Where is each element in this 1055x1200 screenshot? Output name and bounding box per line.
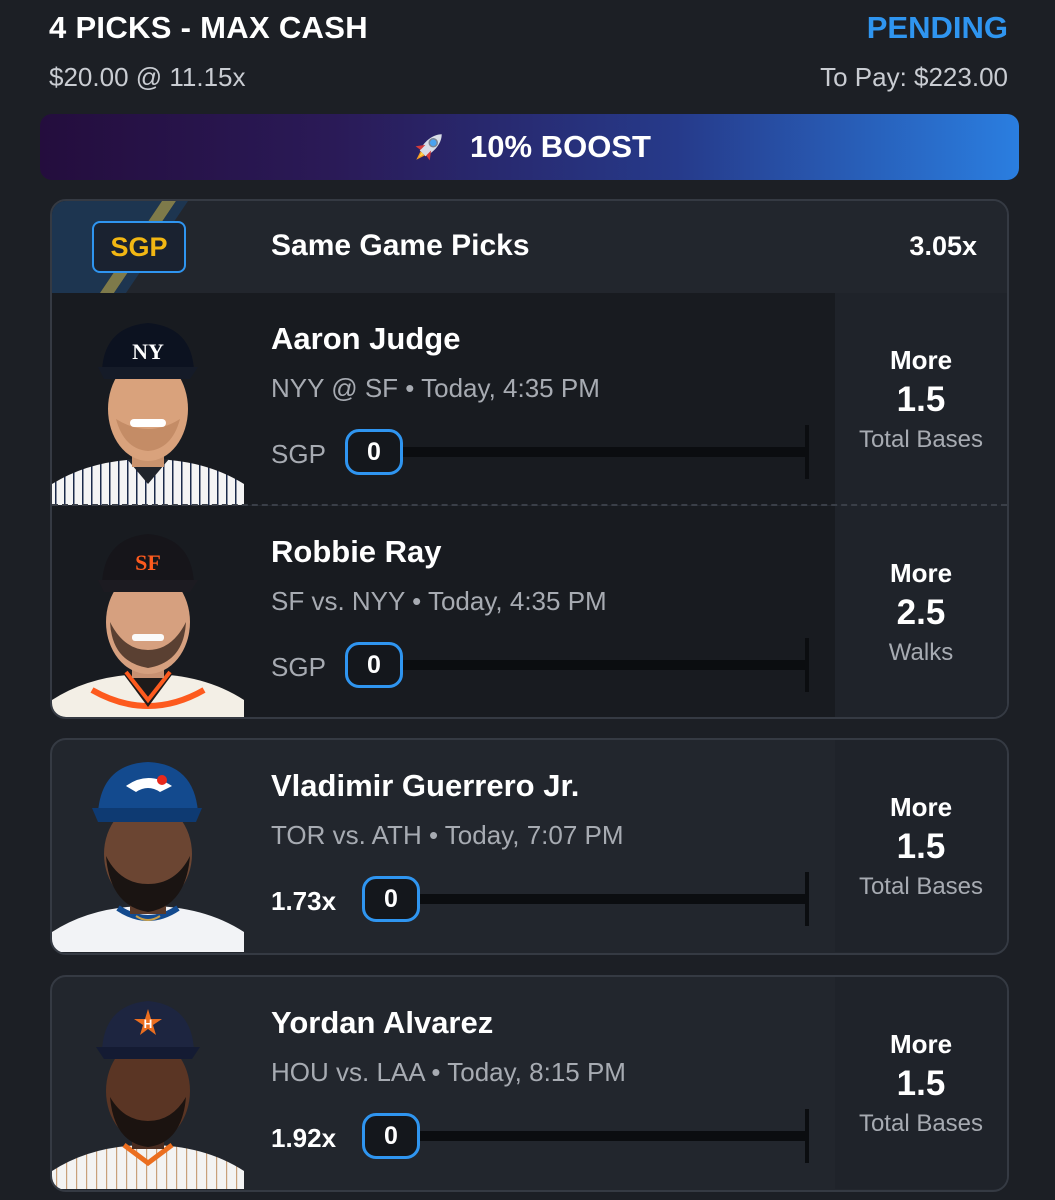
boost-label: 10% BOOST [470,129,651,164]
pick-card[interactable]: Vladimir Guerrero Jr. TOR vs. ATH • Toda… [50,738,1009,955]
progress-row: SGP 0 [271,638,811,694]
progress-target-marker [805,1109,809,1163]
progress-track [391,447,809,457]
progress-track [391,660,809,670]
svg-text:H: H [144,1017,153,1031]
status-badge: PENDING [866,10,1008,45]
game-info: TOR vs. ATH • Today, 7:07 PM [271,820,624,850]
player-name: Aaron Judge [271,321,461,356]
player-headshot [52,762,244,952]
progress-track [411,1131,809,1141]
pick-line-value: 1.5 [896,826,946,866]
pick-multiplier-label: 1.73x [271,886,337,916]
pick-row[interactable]: SF Robbie Ray SF vs. NYY • Today, 4:35 P… [52,506,1007,717]
pick-multiplier-label: SGP [271,439,326,469]
slip-header: 4 PICKS - MAX CASH PENDING $20.00 @ 11.1… [0,0,1055,110]
slip-title: 4 PICKS - MAX CASH [49,10,368,45]
progress-row: 1.92x 0 [271,1109,811,1165]
player-headshot: SF [52,534,244,717]
game-info: SF vs. NYY • Today, 4:35 PM [271,586,607,616]
pick-row[interactable]: NY Aaron Judge NYY @ SF • Today, 4:35 PM… [52,293,1007,505]
pick-multiplier-label: SGP [271,652,326,682]
progress-track [411,894,809,904]
rocket-icon [415,134,442,161]
game-info: HOU vs. LAA • Today, 8:15 PM [271,1057,626,1087]
progress-row: SGP 0 [271,425,811,481]
player-name: Robbie Ray [271,534,442,569]
pick-row[interactable]: H Yordan Alvarez HOU vs. LAA • Today, 8:… [52,977,1007,1189]
player-headshot: H [52,1001,244,1189]
sgp-badge: SGP [92,221,186,273]
boost-banner: 10% BOOST [40,114,1019,180]
sgp-multiplier: 3.05x [909,231,977,261]
sgp-header: SGP Same Game Picks 3.05x [52,201,1007,293]
pick-direction: More [889,344,953,375]
pick-line-box[interactable]: More 2.5 Walks [835,506,1007,717]
wager-text: $20.00 @ 11.15x [49,62,246,92]
sgp-title: Same Game Picks [271,229,530,262]
pick-stat: Total Bases [858,425,984,453]
pick-row[interactable]: Vladimir Guerrero Jr. TOR vs. ATH • Toda… [52,740,1007,952]
pick-line-value: 1.5 [896,379,946,419]
to-pay-text: To Pay: $223.00 [820,62,1008,92]
progress-value: 0 [362,1113,420,1159]
sgp-group-card[interactable]: SGP Same Game Picks 3.05x NY Aaron Judge… [50,199,1009,719]
pick-card[interactable]: H Yordan Alvarez HOU vs. LAA • Today, 8:… [50,975,1009,1192]
pick-stat: Total Bases [858,872,984,900]
pick-line-box[interactable]: More 1.5 Total Bases [835,740,1007,952]
pick-stat: Total Bases [858,1109,984,1137]
pick-line-value: 1.5 [896,1063,946,1103]
progress-value: 0 [345,642,403,688]
pick-line-value: 2.5 [896,592,946,632]
player-headshot: NY [52,323,244,505]
pick-stat: Walks [888,638,954,666]
progress-target-marker [805,872,809,926]
player-name: Yordan Alvarez [271,1005,494,1040]
player-name: Vladimir Guerrero Jr. [271,768,580,803]
svg-text:NY: NY [132,339,164,364]
game-info: NYY @ SF • Today, 4:35 PM [271,373,600,403]
progress-row: 1.73x 0 [271,872,811,928]
pick-direction: More [889,557,953,588]
pick-multiplier-label: 1.92x [271,1123,337,1153]
progress-target-marker [805,638,809,692]
pick-direction: More [889,791,953,822]
pick-line-box[interactable]: More 1.5 Total Bases [835,293,1007,505]
progress-value: 0 [345,429,403,475]
svg-text:SF: SF [135,550,161,575]
progress-target-marker [805,425,809,479]
pick-line-box[interactable]: More 1.5 Total Bases [835,977,1007,1189]
progress-value: 0 [362,876,420,922]
pick-direction: More [889,1028,953,1059]
